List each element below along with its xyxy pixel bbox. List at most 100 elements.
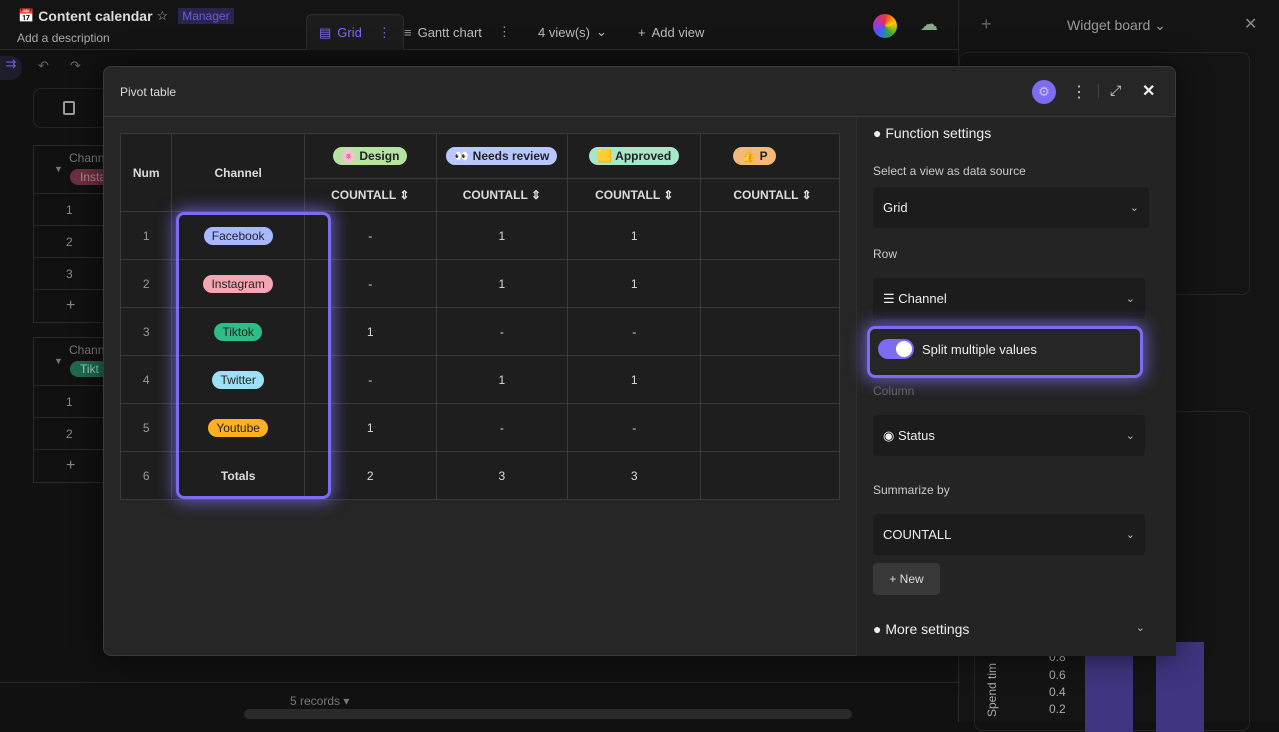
value-cell: - [567, 307, 702, 356]
records-count[interactable]: 5 records ▾ [290, 694, 349, 708]
split-label: Split multiple values [922, 342, 1037, 357]
more-icon[interactable]: ⋮ [1071, 82, 1087, 102]
row-number: 2 [34, 226, 112, 258]
value-cell: - [435, 403, 569, 452]
group-tiktok: ▼ Chann Tikt 1 2 + [33, 337, 113, 483]
pivot-table-modal: Pivot table ⚙ ⋮ ⤢ ✕ Num Channel 🌸 Design… [103, 66, 1176, 656]
row-num: 1 [120, 211, 173, 260]
close-icon[interactable]: ✕ [1244, 14, 1257, 34]
add-widget-icon[interactable]: + [981, 14, 992, 35]
chevron-down-icon: ⌄ [1125, 293, 1135, 305]
summarize-select[interactable]: COUNTALL ⌄ [873, 514, 1145, 555]
add-view-button[interactable]: + Add view [638, 14, 704, 50]
more-settings-toggle[interactable]: ● More settings ⌄ [873, 621, 1145, 637]
total-cell: 3 [567, 451, 702, 500]
data-source-select[interactable]: Grid ⌄ [873, 187, 1149, 228]
more-icon[interactable]: ⋮ [378, 25, 391, 41]
widget-board-title[interactable]: Widget board ⌄ [1067, 17, 1166, 34]
sort-icon: ⇕ [801, 188, 812, 202]
status-pill: 🌸 Design [333, 147, 408, 165]
sort-header[interactable]: COUNTALL ⇕ [700, 178, 840, 212]
value-cell [700, 307, 840, 356]
value-cell [700, 403, 840, 452]
sort-header[interactable]: COUNTALL ⇕ [435, 178, 569, 212]
views-dropdown[interactable]: 4 view(s) ⌄ [538, 14, 607, 50]
row-num: 5 [120, 403, 173, 452]
status-icon: ◉ [883, 427, 895, 443]
role-badge: Manager [178, 8, 234, 24]
value-cell: - [435, 307, 569, 356]
summarize-label: Summarize by [873, 483, 950, 497]
horizontal-scrollbar[interactable] [244, 709, 852, 719]
value-cell: 1 [435, 355, 569, 404]
list-icon: ☰ [883, 290, 895, 306]
modal-title: Pivot table [120, 84, 177, 99]
total-cell [700, 451, 840, 500]
row-select[interactable]: ☰ Channel ⌄ [873, 278, 1145, 319]
close-icon[interactable]: ✕ [1142, 81, 1155, 101]
status-pill: 👀 Needs review [446, 147, 558, 165]
top-bar: 📅 Content calendar ☆ Manager Add a descr… [0, 0, 958, 50]
header-num: Num [120, 133, 173, 212]
split-toggle[interactable] [878, 339, 914, 359]
sort-icon: ⇕ [663, 188, 674, 202]
status-pill: 🟨 Approved [589, 147, 680, 165]
collapse-icon[interactable]: ▼ [54, 356, 63, 366]
tab-grid[interactable]: ▤ Grid ⋮ [306, 14, 404, 50]
gantt-icon: ≡ [404, 24, 412, 40]
chevron-down-icon: ⌄ [1135, 622, 1145, 634]
row-number: 3 [34, 258, 112, 290]
value-cell: 1 [435, 259, 569, 308]
column-label: Column [873, 384, 915, 398]
total-cell: 3 [435, 451, 569, 500]
function-settings-title[interactable]: ● Function settings [873, 125, 991, 141]
header-channel: Channel [171, 133, 305, 212]
undo-icon[interactable]: ↶ [38, 58, 49, 74]
description[interactable]: Add a description [17, 31, 110, 45]
value-cell [700, 259, 840, 308]
add-row-button[interactable]: + [34, 290, 112, 322]
row-num: 4 [120, 355, 173, 404]
sort-icon: ⇕ [399, 188, 410, 202]
column-select[interactable]: ◉ Status ⌄ [873, 415, 1145, 456]
star-icon[interactable]: ☆ [157, 8, 169, 24]
collapse-icon[interactable]: ▼ [54, 164, 63, 174]
sort-icon: ⇕ [530, 188, 542, 202]
row-num: 3 [120, 307, 173, 356]
settings-button[interactable]: ⚙ [1032, 80, 1056, 104]
expand-icon[interactable]: ⤢ [1110, 82, 1121, 99]
plus-icon: + [638, 24, 646, 40]
value-cell: 1 [435, 211, 569, 260]
group-instagram: ▼ Chann Insta 1 2 3 + [33, 145, 117, 323]
row-num: 6 [120, 451, 173, 500]
row-number: 2 [34, 418, 112, 450]
add-row-button[interactable]: + [34, 450, 112, 482]
tab-gantt[interactable]: ≡ Gantt chart ⋮ [404, 14, 511, 50]
value-cell [700, 355, 840, 404]
status-pill: 👍 P [733, 147, 776, 165]
chevron-down-icon: ⌄ [596, 24, 607, 39]
value-cell: 1 [567, 355, 702, 404]
split-multiple-values-row: Split multiple values [867, 326, 1143, 378]
chevron-down-icon: ⌄ [1129, 202, 1139, 214]
value-cell: 1 [567, 211, 702, 260]
select-all-checkbox[interactable] [33, 88, 113, 128]
grid-icon: ▤ [319, 24, 332, 40]
redo-icon[interactable]: ↷ [70, 58, 81, 74]
sort-header[interactable]: COUNTALL ⇕ [303, 178, 437, 212]
row-label: Row [873, 247, 898, 261]
chevron-down-icon: ⌄ [1125, 529, 1135, 541]
more-icon[interactable]: ⋮ [498, 24, 511, 40]
value-cell: - [567, 403, 702, 452]
sync-icon[interactable]: ☁ [920, 14, 938, 35]
data-source-label: Select a view as data source [873, 164, 1026, 178]
sidebar-toggle-icon[interactable]: ⇉ [0, 56, 22, 80]
sort-header[interactable]: COUNTALL ⇕ [567, 178, 702, 212]
avatar[interactable] [873, 14, 897, 38]
value-cell [700, 211, 840, 260]
settings-panel: ● Function settings Select a view as dat… [856, 117, 1176, 656]
calendar-icon: 📅 [18, 8, 35, 23]
row-number: 1 [34, 386, 112, 418]
app-title[interactable]: Content calendar [38, 8, 152, 24]
new-button[interactable]: + New [873, 563, 940, 595]
